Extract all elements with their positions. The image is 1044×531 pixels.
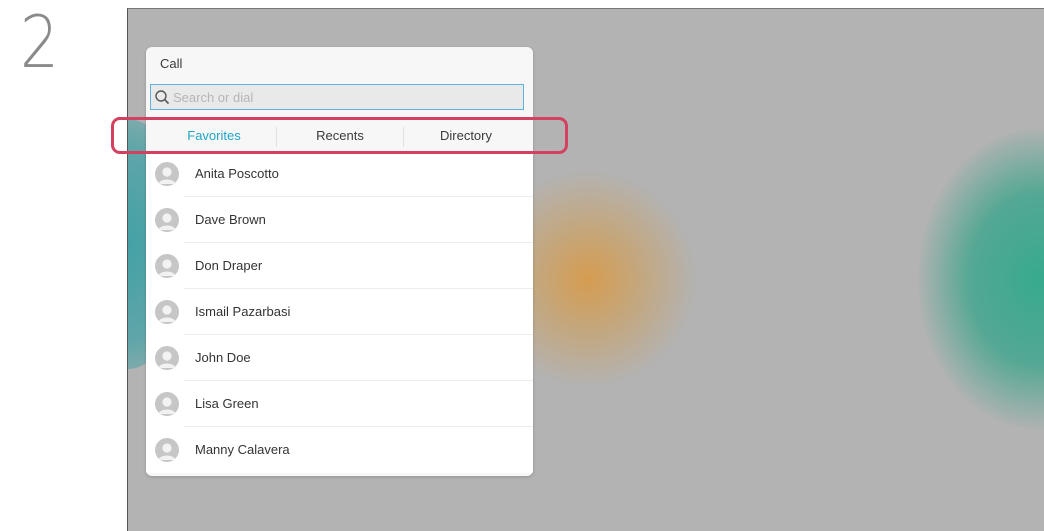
avatar [155, 162, 179, 186]
call-panel: Call Search or dial Favorites Recents Di… [146, 47, 533, 476]
avatar [155, 254, 179, 278]
contact-name: Ismail Pazarbasi [195, 304, 291, 319]
search-icon [154, 89, 170, 105]
list-item[interactable]: Anita Poscotto [146, 151, 533, 197]
list-item[interactable]: Dave Brown [146, 197, 533, 243]
avatar [155, 346, 179, 370]
contact-name: Anita Poscotto [195, 166, 279, 181]
search-input[interactable]: Search or dial [150, 84, 524, 110]
list-item[interactable]: John Doe [146, 335, 533, 381]
contact-name: Lisa Green [195, 396, 259, 411]
background-blur [918, 129, 1044, 429]
list-item[interactable]: Ismail Pazarbasi [146, 289, 533, 335]
avatar [155, 208, 179, 232]
list-item[interactable]: Manny Calavera [146, 427, 533, 473]
contact-name: Don Draper [195, 258, 263, 273]
contact-name: Dave Brown [195, 212, 266, 227]
panel-title: Call [160, 56, 183, 71]
avatar [155, 438, 179, 462]
tabs-highlight [111, 117, 568, 154]
list-item[interactable]: Don Draper [146, 243, 533, 289]
list-item[interactable]: Lisa Green [146, 381, 533, 427]
step-number: 2 [20, 0, 59, 84]
avatar [155, 392, 179, 416]
contact-name: John Doe [195, 350, 251, 365]
search-placeholder: Search or dial [173, 90, 254, 105]
contact-name: Manny Calavera [195, 442, 290, 457]
avatar [155, 300, 179, 324]
